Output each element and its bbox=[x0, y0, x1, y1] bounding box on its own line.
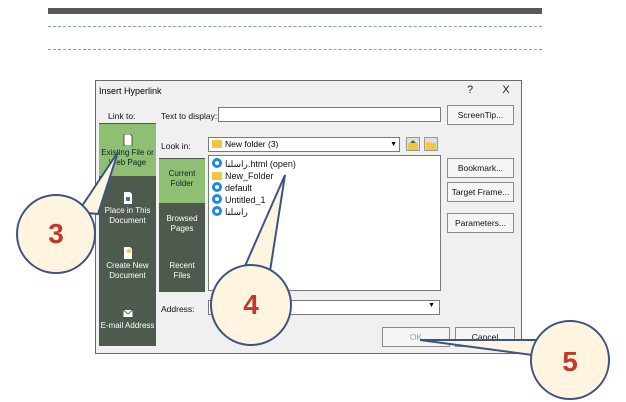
annotation-pointers bbox=[76, 151, 541, 358]
callout-4: 4 bbox=[210, 264, 292, 346]
callout-5-pointer bbox=[419, 339, 541, 358]
callout-3: 3 bbox=[16, 194, 96, 274]
callout-5: 5 bbox=[530, 320, 610, 400]
